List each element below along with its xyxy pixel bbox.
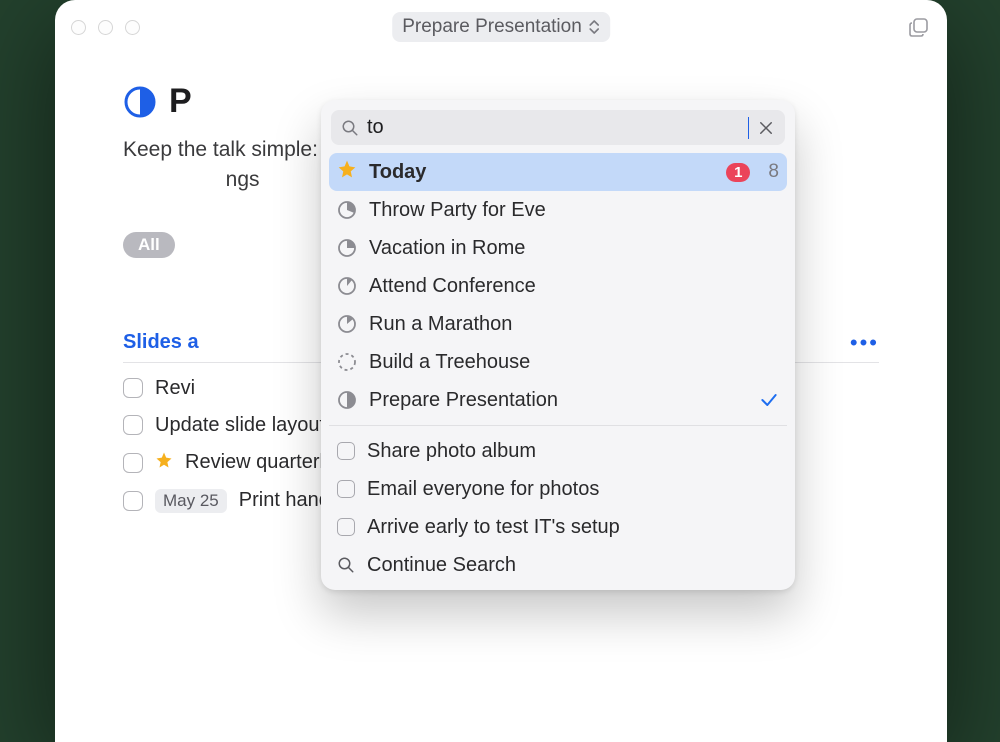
quick-find-panel: Today 1 8 Throw Party for Eve Vacation i… bbox=[321, 100, 795, 590]
panel-list-top: Today 1 8 Throw Party for Eve Vacation i… bbox=[321, 153, 795, 419]
task-checkbox[interactable] bbox=[123, 453, 143, 473]
page-title: P bbox=[169, 82, 192, 121]
panel-item-continue-search[interactable]: Continue Search bbox=[329, 546, 787, 584]
panel-item-label: Share photo album bbox=[367, 440, 536, 463]
search-icon bbox=[341, 119, 359, 137]
section-title[interactable]: Slides a bbox=[123, 331, 199, 354]
todo-icon bbox=[337, 518, 355, 536]
panel-item-label: Continue Search bbox=[367, 554, 516, 577]
panel-item[interactable]: Arrive early to test IT's setup bbox=[329, 508, 787, 546]
zoom-window-icon[interactable] bbox=[125, 20, 140, 35]
task-checkbox[interactable] bbox=[123, 415, 143, 435]
task-date-chip: May 25 bbox=[155, 489, 227, 513]
panel-item[interactable]: Email everyone for photos bbox=[329, 470, 787, 508]
panel-list-bottom: Share photo album Email everyone for pho… bbox=[321, 432, 795, 584]
multi-window-icon[interactable] bbox=[909, 18, 929, 38]
panel-item-label: Run a Marathon bbox=[369, 313, 512, 336]
panel-item-label: Throw Party for Eve bbox=[369, 199, 546, 222]
panel-item-label: Attend Conference bbox=[369, 275, 536, 298]
panel-item-label: Build a Treehouse bbox=[369, 351, 530, 374]
panel-item-label: Today bbox=[369, 161, 426, 184]
panel-item[interactable]: Build a Treehouse bbox=[329, 343, 787, 381]
minimize-window-icon[interactable] bbox=[98, 20, 113, 35]
search-icon bbox=[337, 556, 355, 574]
panel-item-label: Email everyone for photos bbox=[367, 478, 599, 501]
page-description-suffix: ngs bbox=[226, 168, 260, 191]
traffic-lights bbox=[71, 20, 140, 35]
project-icon bbox=[123, 85, 157, 119]
titlebar: Prepare Presentation bbox=[55, 0, 947, 54]
search-input[interactable] bbox=[367, 116, 746, 139]
panel-item[interactable]: Vacation in Rome bbox=[329, 229, 787, 267]
project-pie-icon bbox=[337, 276, 357, 296]
panel-item-label: Vacation in Rome bbox=[369, 237, 525, 260]
section-more-button[interactable]: ••• bbox=[850, 330, 879, 356]
task-label: Update slide layouts bbox=[155, 414, 335, 437]
todo-icon bbox=[337, 442, 355, 460]
chevron-up-down-icon bbox=[588, 19, 600, 35]
panel-item[interactable]: Attend Conference bbox=[329, 267, 787, 305]
panel-item[interactable]: Prepare Presentation bbox=[329, 381, 787, 419]
window-title-text: Prepare Presentation bbox=[402, 16, 582, 38]
panel-badge: 1 bbox=[726, 163, 750, 182]
window-title-selector[interactable]: Prepare Presentation bbox=[392, 12, 610, 42]
panel-item[interactable]: Throw Party for Eve bbox=[329, 191, 787, 229]
project-pie-icon bbox=[337, 200, 357, 220]
panel-item-label: Prepare Presentation bbox=[369, 389, 558, 412]
search-field-wrapper[interactable] bbox=[331, 110, 785, 145]
project-pie-icon bbox=[337, 238, 357, 258]
project-pie-icon bbox=[337, 314, 357, 334]
check-icon bbox=[759, 390, 779, 410]
task-checkbox[interactable] bbox=[123, 491, 143, 511]
panel-item-today[interactable]: Today 1 8 bbox=[329, 153, 787, 191]
star-icon bbox=[155, 451, 173, 475]
todo-icon bbox=[337, 480, 355, 498]
task-checkbox[interactable] bbox=[123, 378, 143, 398]
panel-item[interactable]: Run a Marathon bbox=[329, 305, 787, 343]
app-window: Prepare Presentation P Keep the talk sim… bbox=[55, 0, 947, 742]
text-caret bbox=[748, 117, 750, 139]
clear-search-icon[interactable] bbox=[757, 119, 775, 137]
panel-divider bbox=[329, 425, 787, 426]
close-window-icon[interactable] bbox=[71, 20, 86, 35]
filter-all-chip[interactable]: All bbox=[123, 232, 175, 258]
panel-item[interactable]: Share photo album bbox=[329, 432, 787, 470]
project-dashed-icon bbox=[337, 352, 357, 372]
panel-item-label: Arrive early to test IT's setup bbox=[367, 516, 620, 539]
panel-count: 8 bbox=[768, 161, 779, 183]
star-icon bbox=[337, 159, 357, 185]
task-label: Revi bbox=[155, 377, 195, 400]
project-half-icon bbox=[337, 390, 357, 410]
